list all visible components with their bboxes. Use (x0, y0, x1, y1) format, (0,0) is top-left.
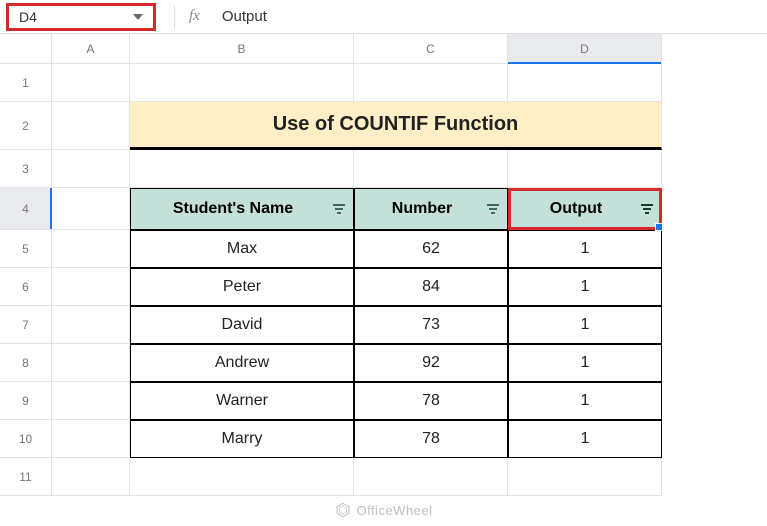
cell[interactable] (52, 458, 130, 496)
spreadsheet: 1234567891011 ABCD Use of COUNTIF Functi… (0, 34, 767, 526)
cell[interactable] (52, 344, 130, 382)
filter-icon[interactable] (333, 204, 345, 214)
cell[interactable]: Peter (130, 268, 354, 306)
cell[interactable] (130, 64, 354, 102)
cell[interactable] (508, 458, 662, 496)
title-cell[interactable]: Use of COUNTIF Function (130, 102, 662, 150)
cell[interactable] (508, 64, 662, 102)
column-header-b[interactable]: B (130, 34, 354, 64)
cell[interactable]: 62 (354, 230, 508, 268)
cell[interactable] (52, 382, 130, 420)
cell[interactable]: 92 (354, 344, 508, 382)
name-box-value: D4 (19, 9, 37, 25)
row-header-3[interactable]: 3 (0, 150, 52, 188)
divider (174, 5, 175, 29)
formula-bar: D4 fx (0, 0, 767, 34)
cell[interactable] (52, 306, 130, 344)
table-header[interactable]: Student's Name (130, 188, 354, 230)
watermark-text: OfficeWheel (356, 503, 432, 518)
row-header-1[interactable]: 1 (0, 64, 52, 102)
cell[interactable]: 73 (354, 306, 508, 344)
cell[interactable]: 78 (354, 382, 508, 420)
cell[interactable]: 1 (508, 420, 662, 458)
row-header-8[interactable]: 8 (0, 344, 52, 382)
cell[interactable]: 78 (354, 420, 508, 458)
cell[interactable]: Marry (130, 420, 354, 458)
cells[interactable]: Use of COUNTIF Function Student's NameNum… (52, 64, 767, 496)
row-header-7[interactable]: 7 (0, 306, 52, 344)
cell[interactable]: Warner (130, 382, 354, 420)
cell[interactable] (52, 188, 130, 230)
cell[interactable] (354, 458, 508, 496)
column-header-d[interactable]: D (508, 34, 662, 64)
cell[interactable] (508, 150, 662, 188)
cell[interactable] (52, 150, 130, 188)
filter-icon[interactable] (487, 204, 499, 214)
table-header[interactable]: Output (508, 188, 662, 230)
cell[interactable]: 1 (508, 344, 662, 382)
cell[interactable] (52, 420, 130, 458)
row-header-6[interactable]: 6 (0, 268, 52, 306)
column-header-a[interactable]: A (52, 34, 130, 64)
cell[interactable]: Max (130, 230, 354, 268)
row-headers: 1234567891011 (0, 64, 52, 496)
row-header-5[interactable]: 5 (0, 230, 52, 268)
row-header-2[interactable]: 2 (0, 102, 52, 150)
filter-icon[interactable] (641, 204, 653, 214)
cell[interactable] (354, 64, 508, 102)
cell[interactable] (52, 64, 130, 102)
column-header-c[interactable]: C (354, 34, 508, 64)
cell[interactable] (52, 268, 130, 306)
fx-icon: fx (189, 8, 200, 25)
cell[interactable] (354, 150, 508, 188)
chevron-down-icon (133, 14, 143, 20)
cell[interactable] (52, 230, 130, 268)
cell[interactable]: 1 (508, 230, 662, 268)
row-header-9[interactable]: 9 (0, 382, 52, 420)
cell[interactable]: 1 (508, 268, 662, 306)
cell[interactable]: Andrew (130, 344, 354, 382)
cell[interactable]: 1 (508, 306, 662, 344)
cell[interactable]: 1 (508, 382, 662, 420)
cell[interactable] (52, 102, 130, 150)
logo-icon (334, 502, 350, 518)
name-box[interactable]: D4 (6, 3, 156, 31)
cell[interactable] (130, 458, 354, 496)
row-header-10[interactable]: 10 (0, 420, 52, 458)
watermark: OfficeWheel (334, 502, 432, 518)
row-header-11[interactable]: 11 (0, 458, 52, 496)
cell[interactable]: 84 (354, 268, 508, 306)
left-gutter: 1234567891011 (0, 34, 52, 526)
grid-area: ABCD Use of COUNTIF Function Student's Na… (52, 34, 767, 526)
table-header[interactable]: Number (354, 188, 508, 230)
column-headers: ABCD (52, 34, 767, 64)
formula-input[interactable] (222, 8, 761, 25)
select-all-corner[interactable] (0, 34, 52, 64)
cell[interactable] (130, 150, 354, 188)
cell[interactable]: David (130, 306, 354, 344)
row-header-4[interactable]: 4 (0, 188, 52, 230)
